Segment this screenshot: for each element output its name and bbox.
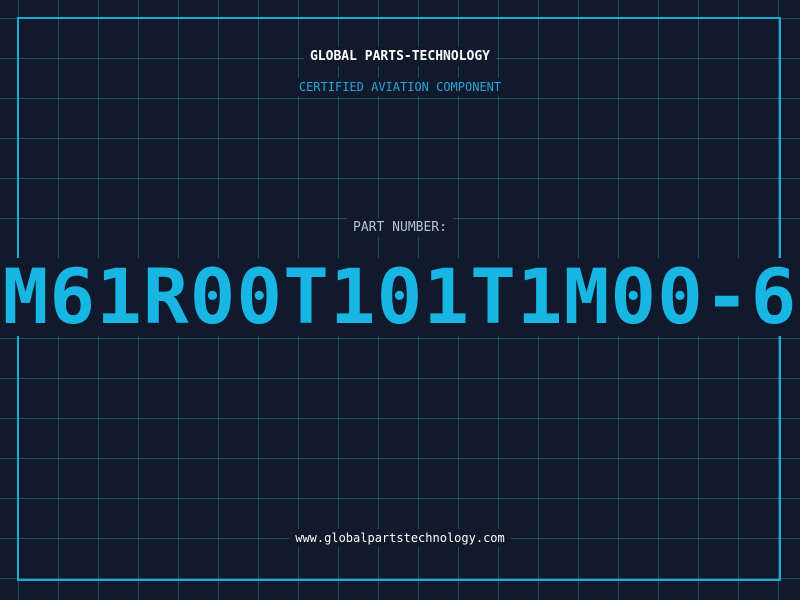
- tagline: CERTIFIED AVIATION COMPONENT: [0, 78, 800, 96]
- part-number-label-text: PART NUMBER:: [347, 218, 453, 237]
- part-number-label: PART NUMBER:: [0, 218, 800, 237]
- tagline-text: CERTIFIED AVIATION COMPONENT: [292, 78, 508, 96]
- label-canvas: GLOBAL PARTS-TECHNOLOGY CERTIFIED AVIATI…: [0, 0, 800, 600]
- website-url[interactable]: www.globalpartstechnology.com: [0, 529, 800, 547]
- website-url-text[interactable]: www.globalpartstechnology.com: [289, 529, 511, 547]
- company-name: GLOBAL PARTS-TECHNOLOGY: [0, 47, 800, 66]
- part-number-value: FM61R00T101T1M00-62: [0, 258, 800, 336]
- part-number-band: FM61R00T101T1M00-62: [0, 258, 800, 336]
- company-name-text: GLOBAL PARTS-TECHNOLOGY: [303, 47, 496, 66]
